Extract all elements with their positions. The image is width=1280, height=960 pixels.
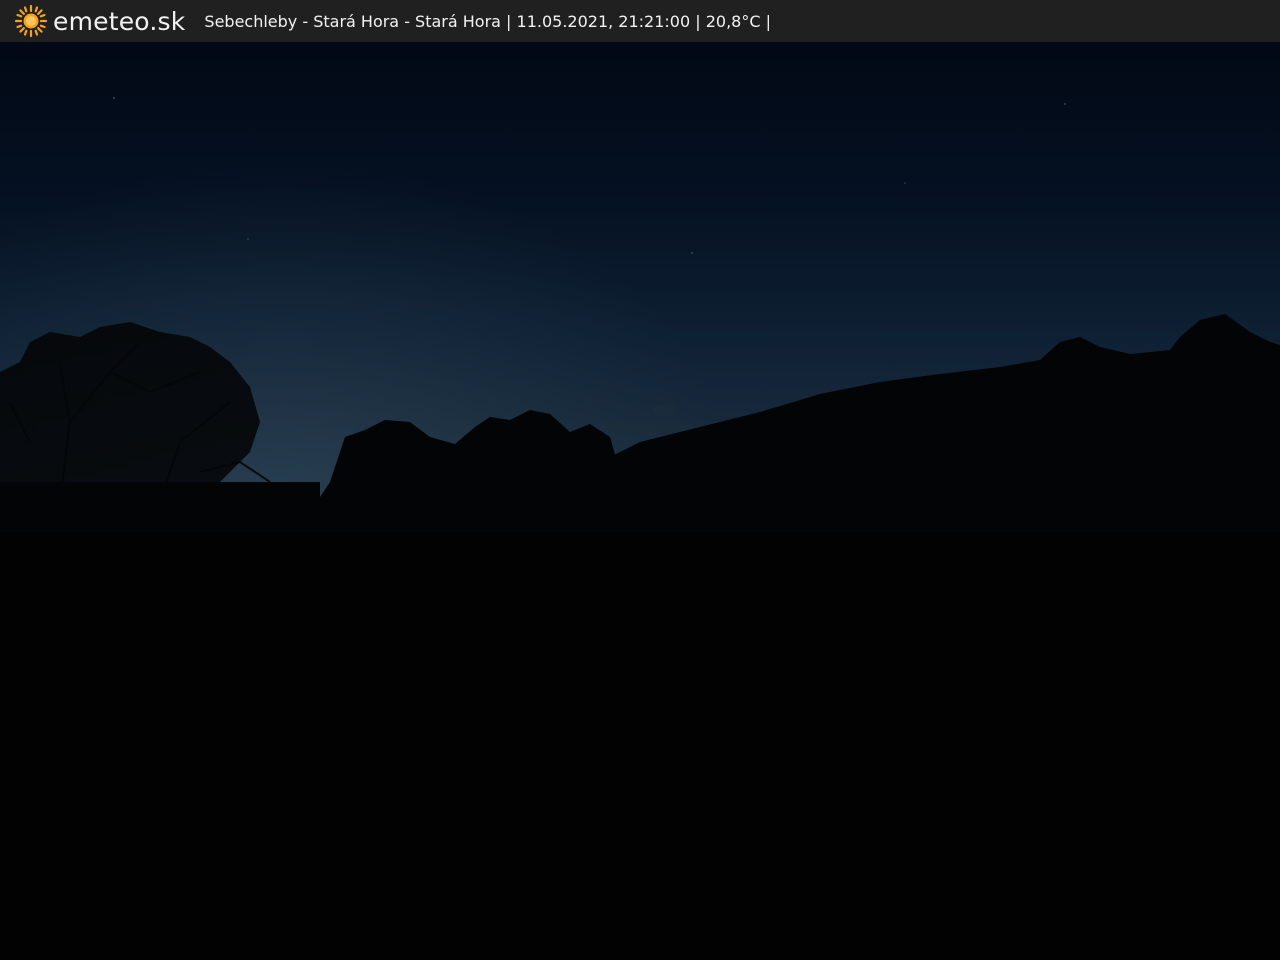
webcam-night-photo: [0, 42, 1280, 960]
sun-icon: [14, 4, 48, 38]
webcam-frame: emeteo.sk Sebechleby - Stará Hora - Star…: [0, 0, 1280, 960]
webcam-header-bar: emeteo.sk Sebechleby - Stará Hora - Star…: [0, 0, 1280, 42]
webcam-caption: Sebechleby - Stará Hora - Stará Hora | 1…: [204, 11, 771, 31]
emeteo-logo[interactable]: emeteo.sk: [14, 4, 185, 38]
brand-name[interactable]: emeteo.sk: [53, 7, 185, 36]
